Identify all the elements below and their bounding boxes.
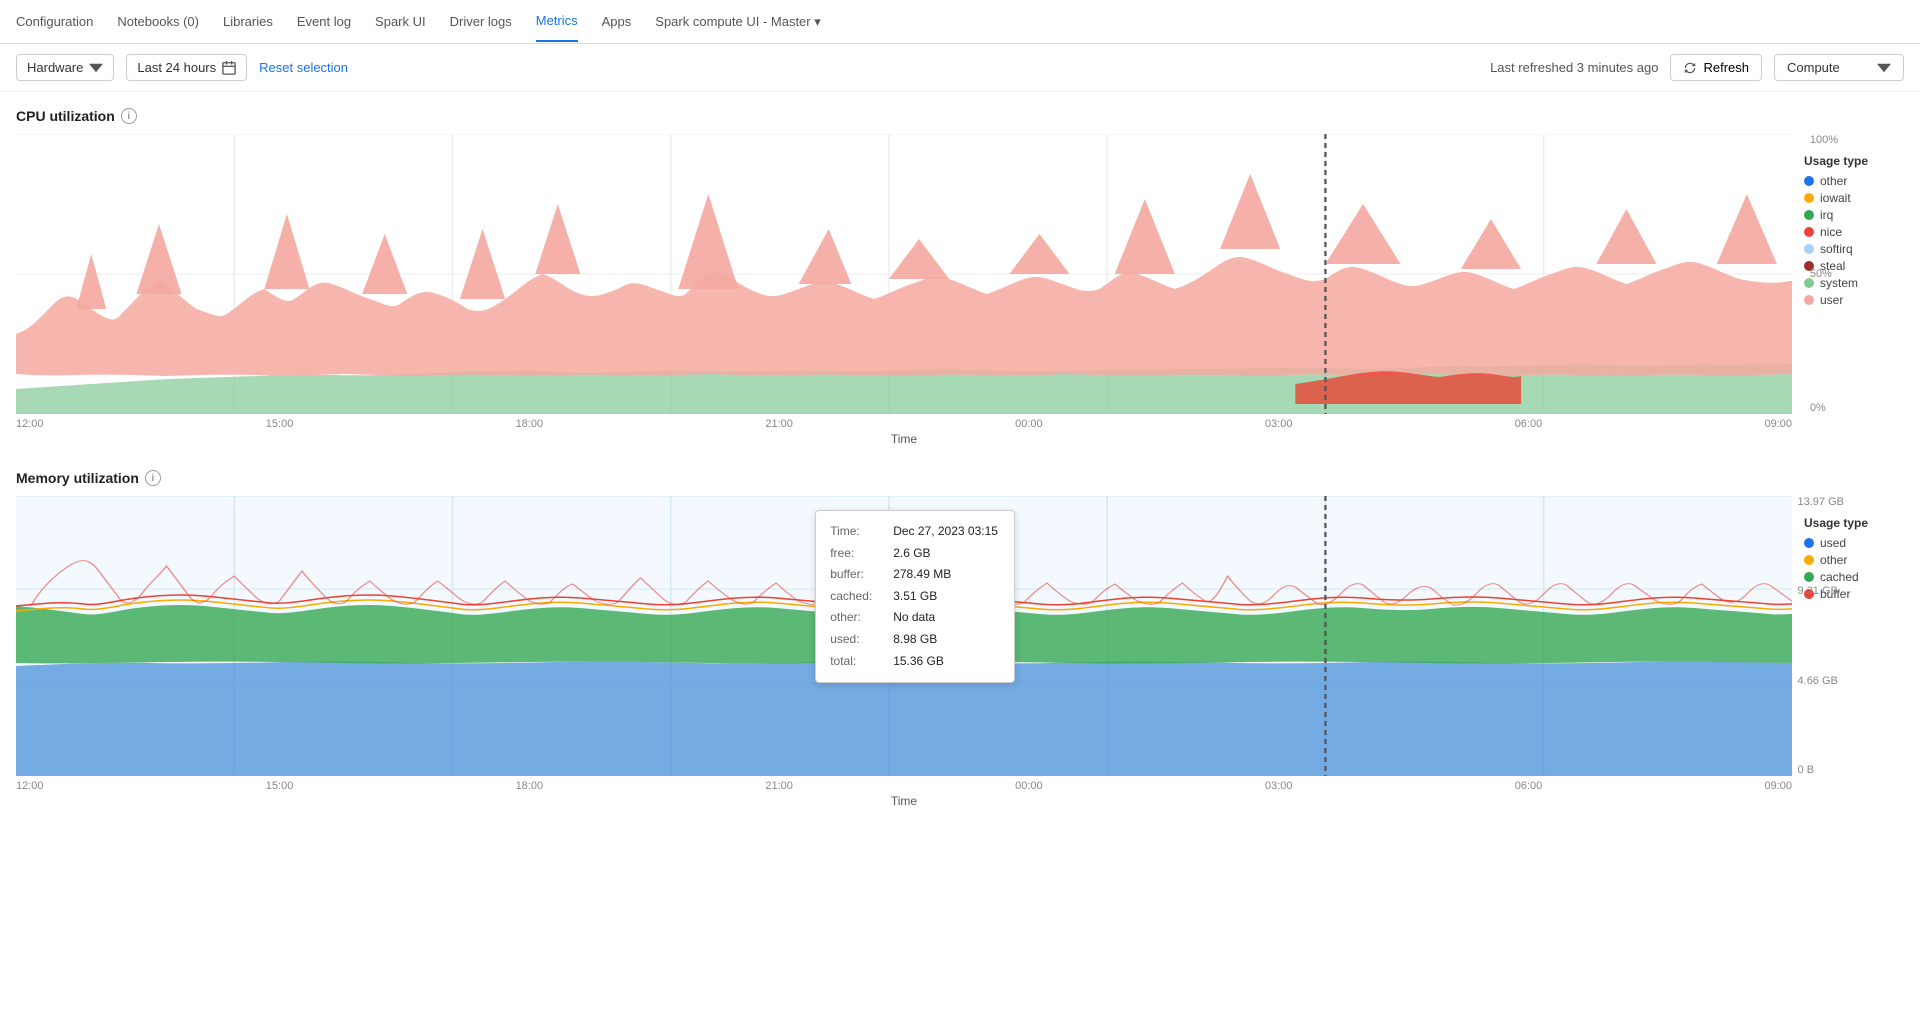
toolbar-right: Last refreshed 3 minutes ago Refresh Com… [1490, 54, 1904, 81]
cpu-info-icon[interactable]: i [121, 108, 137, 124]
memory-x-title: Time [16, 794, 1792, 808]
nav-item-libraries[interactable]: Libraries [223, 2, 273, 41]
cpu-chart-section: CPU utilization i [16, 108, 1904, 446]
memory-chart-wrapper: Time: Dec 27, 2023 03:15 free:2.6 GBbuff… [16, 496, 1904, 808]
memory-chart-canvas: Time: Dec 27, 2023 03:15 free:2.6 GBbuff… [16, 496, 1792, 776]
nav-item-event-log[interactable]: Event log [297, 2, 351, 41]
last-refresh-label: Last refreshed 3 minutes ago [1490, 60, 1658, 75]
nav-item-apps[interactable]: Apps [602, 2, 632, 41]
memory-chart-section: Memory utilization i [16, 470, 1904, 808]
toolbar: Hardware Last 24 hours Reset selection L… [0, 44, 1920, 92]
nav-item-spark-ui[interactable]: Spark UI [375, 2, 426, 41]
hardware-select[interactable]: Hardware [16, 54, 114, 81]
nav-item-driver-logs[interactable]: Driver logs [450, 2, 512, 41]
compute-select[interactable]: Compute [1774, 54, 1904, 81]
nav-item-notebooks[interactable]: Notebooks (0) [117, 2, 199, 41]
main-content: CPU utilization i [0, 92, 1920, 848]
refresh-button[interactable]: Refresh [1670, 54, 1762, 81]
memory-svg [16, 496, 1792, 776]
cpu-chart-canvas: 100% 50% 0% [16, 134, 1792, 414]
memory-x-axis: 12:00 15:00 18:00 21:00 00:00 03:00 06:0… [16, 776, 1792, 792]
memory-y-axis: 13.97 GB 9.31 GB 4.66 GB 0 B [1798, 496, 1844, 776]
nav-item-configuration[interactable]: Configuration [16, 2, 93, 41]
nav-bar: Configuration Notebooks (0) Libraries Ev… [0, 0, 1920, 44]
cpu-chart-area: 100% 50% 0% 12:00 15:00 18:00 21:00 00:0… [16, 134, 1792, 446]
memory-chart-area: Time: Dec 27, 2023 03:15 free:2.6 GBbuff… [16, 496, 1792, 808]
nav-item-metrics[interactable]: Metrics [536, 1, 578, 42]
memory-info-icon[interactable]: i [145, 470, 161, 486]
cpu-chart-title: CPU utilization i [16, 108, 1904, 124]
cpu-x-title: Time [16, 432, 1792, 446]
cpu-svg [16, 134, 1792, 414]
reset-selection-button[interactable]: Reset selection [259, 60, 348, 75]
memory-chart-title: Memory utilization i [16, 470, 1904, 486]
cpu-x-axis: 12:00 15:00 18:00 21:00 00:00 03:00 06:0… [16, 414, 1792, 430]
cpu-chart-wrapper: 100% 50% 0% 12:00 15:00 18:00 21:00 00:0… [16, 134, 1904, 446]
time-range-select[interactable]: Last 24 hours [126, 54, 247, 81]
cpu-y-axis: 100% 50% 0% [1810, 134, 1838, 414]
nav-item-spark-compute[interactable]: Spark compute UI - Master ▾ [655, 2, 820, 42]
